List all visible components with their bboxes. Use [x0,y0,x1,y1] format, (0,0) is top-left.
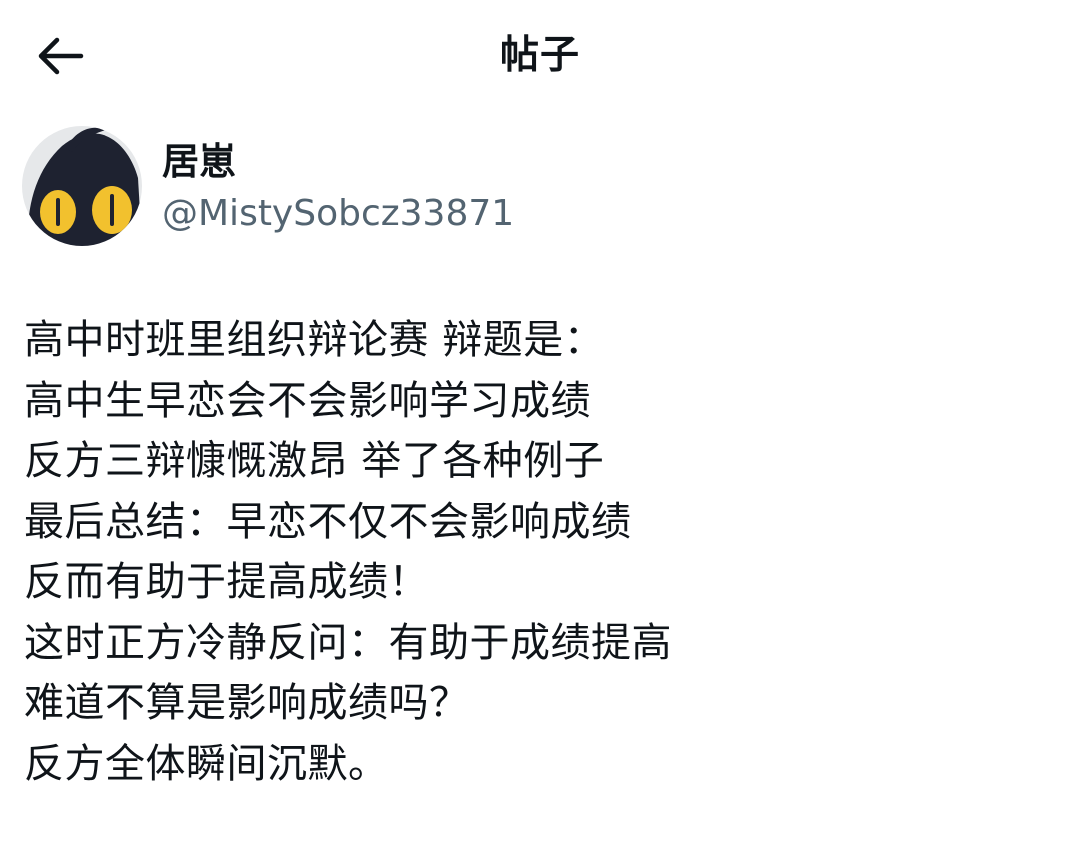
post-text-line: 高中生早恋会不会影响学习成绩 [24,377,591,424]
post-text-line: 最后总结：早恋不仅不会影响成绩 [24,498,632,545]
post-text-line: 高中时班里组织辩论赛 辩题是： [24,317,605,363]
post-text: 高中时班里组织辩论赛 辩题是： 高中生早恋会不会影响学习成绩 反方三辩慷慨激昂 … [24,310,1064,794]
post-author: 居崽 @MistySobcz33871 [22,124,722,248]
post-text-line: 难道不算是影响成绩吗？ [24,680,470,726]
post-text-line: 反方全体瞬间沉默。 [24,740,389,787]
avatar[interactable] [22,126,142,246]
page-title: 帖子 [499,33,580,78]
post-text-line: 反而有助于提高成绩！ [24,559,429,605]
post-text-line: 反方三辩慷慨激昂 举了各种例子 [24,438,605,484]
author-display-name[interactable]: 居崽 [162,138,236,186]
author-handle[interactable]: @MistySobcz33871 [162,190,514,238]
cartoon-cat-avatar-icon [22,126,142,246]
post-text-line: 这时正方冷静反问：有助于成绩提高 [24,619,672,666]
top-bar: 帖子 [0,0,1080,112]
